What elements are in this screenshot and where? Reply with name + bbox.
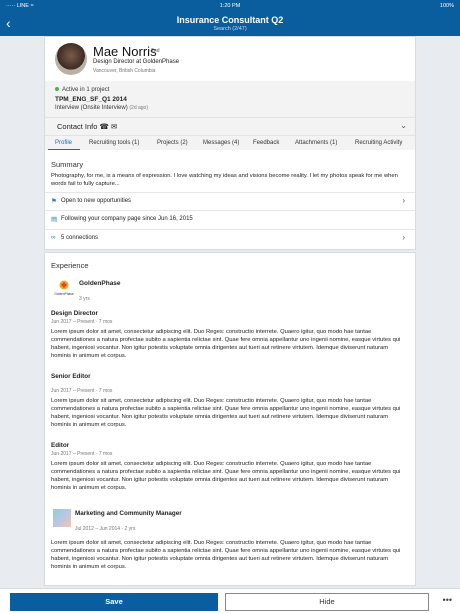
profile-tabs: Profile Recruiting tools (1) Projects (2…	[45, 135, 415, 151]
chevron-down-icon: ⌄	[400, 121, 407, 130]
summary-text: Photography, for me, is a means of expre…	[51, 173, 398, 187]
profile-headline: Design Director at GoldenPhase	[93, 59, 180, 65]
nav-header: ‹ Insurance Consultant Q2 Search (2/47)	[0, 12, 460, 36]
contact-info-toggle[interactable]: Contact Info ☎ ✉ ⌄	[45, 117, 415, 135]
job-date: Jul 2012 – Jun 2014 · 2 yrs	[75, 526, 136, 532]
job-title: Editor	[51, 442, 70, 449]
phone-icon: ☎	[99, 122, 109, 131]
chevron-right-icon: ›	[402, 196, 405, 205]
job-description: Lorem ipsum dolor sit amet, consectetur …	[51, 329, 401, 359]
clock: 1:20 PM	[219, 3, 241, 9]
battery-level: 100%	[439, 3, 454, 9]
company-logo	[53, 509, 71, 527]
company-duration: 3 yrs	[79, 296, 90, 302]
connections-text: 5 connections	[61, 235, 99, 241]
project-stage-ago: (2d ago)	[129, 105, 148, 111]
more-options-icon[interactable]: •••	[443, 595, 452, 605]
tab-recruiting-tools[interactable]: Recruiting tools (1)	[89, 140, 139, 146]
search-position: Search (2/47)	[213, 26, 247, 32]
flag-icon: ⚑	[51, 198, 57, 205]
contact-info-label: Contact Info ☎ ✉	[57, 122, 117, 131]
job-entry: Editor Jun 2017 – Present · 7 mos Lorem …	[51, 442, 407, 492]
profile-location: Vancouver, British Columbia	[93, 68, 156, 74]
following-company-text: Following your company page since Jun 16…	[61, 216, 193, 222]
status-bar: ····· LINE ≈ 1:20 PM 100%	[0, 0, 460, 12]
tab-recruiting-activity[interactable]: Recruiting Activity	[355, 140, 402, 146]
active-status-text: Active in 1 project	[62, 87, 110, 93]
contact-info-text: Contact Info	[57, 122, 98, 131]
project-stage-text: Interview (Onsite Interview)	[55, 105, 128, 111]
job-entry: Design Director Jun 2017 – Present · 7 m…	[51, 310, 407, 360]
hide-button[interactable]: Hide	[225, 593, 429, 611]
connections-row[interactable]: ∞ 5 connections ›	[45, 229, 415, 245]
company-name: GoldenPhase	[79, 280, 121, 287]
logo-wordmark: GoldenPhase	[54, 292, 74, 296]
job-date: Jun 2017 – Present · 7 mos	[51, 451, 113, 457]
job-description: Lorem ipsum dolor sit amet, consectetur …	[51, 461, 401, 491]
open-to-opportunities-text: Open to new opportunities	[61, 198, 132, 204]
tab-attachments[interactable]: Attachments (1)	[295, 140, 337, 146]
company-page-icon: ▤	[51, 216, 58, 223]
project-stage: Interview (Onsite Interview) (2d ago)	[55, 105, 148, 111]
active-status: Active in 1 project	[55, 87, 109, 93]
experience-card: Experience GoldenPhase GoldenPhase 3 yrs…	[44, 252, 416, 586]
job-title: Design Director	[51, 310, 98, 317]
job-title: Senior Editor	[51, 373, 91, 380]
chevron-right-icon: ›	[402, 233, 405, 242]
connection-degree: • 2nd	[148, 48, 160, 54]
job-description: Lorem ipsum dolor sit amet, consectetur …	[51, 398, 401, 428]
active-dot-icon	[55, 87, 59, 92]
job-date: Jun 2017 – Present · 7 mos	[51, 388, 113, 394]
connections-icon: ∞	[51, 234, 56, 241]
avatar	[55, 43, 87, 75]
job-description: Lorem ipsum dolor sit amet, consectetur …	[51, 540, 401, 570]
tab-feedback[interactable]: Feedback	[253, 140, 279, 146]
tab-projects[interactable]: Projects (2)	[157, 140, 188, 146]
summary-heading: Summary	[51, 160, 84, 169]
project-job-code: TPM_ENG_SF_Q1 2014	[55, 96, 127, 103]
save-button[interactable]: Save	[10, 593, 218, 611]
job-date: Jun 2017 – Present · 7 mos	[51, 319, 113, 325]
tab-profile[interactable]: Profile	[55, 140, 72, 146]
experience-heading: Experience	[51, 261, 89, 270]
open-to-opportunities-row[interactable]: ⚑ Open to new opportunities ›	[45, 192, 415, 208]
goldenphase-logo: GoldenPhase	[54, 280, 74, 296]
job-title: Marketing and Community Manager	[75, 510, 182, 517]
action-bar: Save Hide •••	[0, 588, 460, 614]
page-title: Insurance Consultant Q2	[176, 15, 284, 25]
tab-messages[interactable]: Messages (4)	[203, 140, 239, 146]
mail-icon: ✉	[110, 122, 118, 131]
job-entry: Senior Editor Jun 2017 – Present · 7 mos…	[51, 373, 407, 429]
following-company-row: ▤ Following your company page since Jun …	[45, 210, 415, 226]
summary-card: Summary Photography, for me, is a means …	[44, 150, 416, 250]
